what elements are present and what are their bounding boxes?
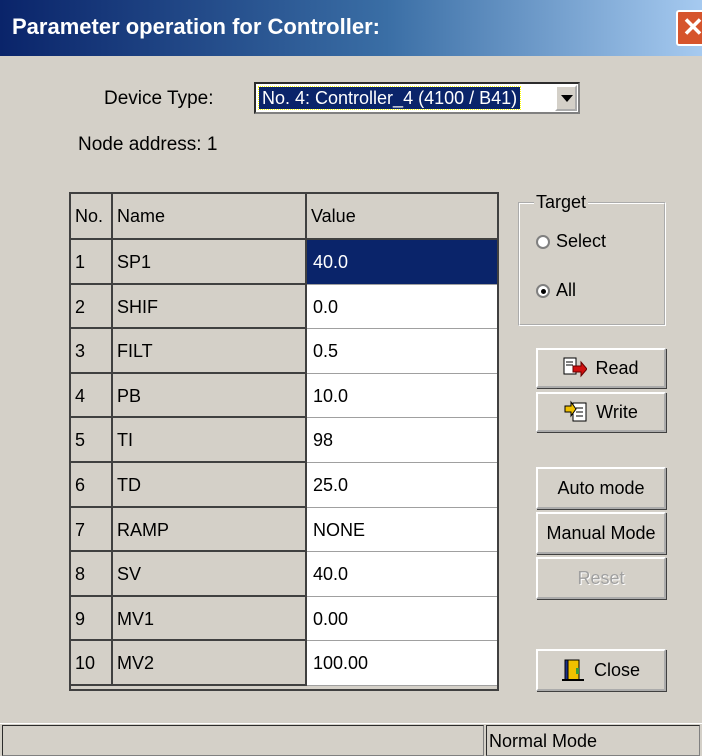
- column-header-name[interactable]: Name: [113, 194, 307, 240]
- target-group: [518, 202, 666, 326]
- close-window-button[interactable]: ✕: [676, 10, 702, 46]
- reset-button[interactable]: Reset: [536, 557, 666, 599]
- parameter-value-cell[interactable]: 25.0: [307, 463, 497, 508]
- parameter-value-cell[interactable]: 0.5: [307, 329, 497, 374]
- parameter-table: No. Name Value 1 SP1 40.0 2 SHIF 0.0 3 FILT 0.5 4…: [69, 192, 499, 691]
- parameter-name-cell[interactable]: RAMP: [113, 508, 307, 552]
- auto-mode-button-label: Auto mode: [557, 477, 645, 498]
- parameter-name-cell[interactable]: SP1: [113, 240, 307, 285]
- close-button[interactable]: Close: [536, 649, 666, 691]
- status-mode: Normal Mode: [486, 725, 700, 756]
- parameter-name-cell[interactable]: MV2: [113, 641, 307, 686]
- status-pane-empty: [2, 725, 484, 756]
- device-type-label: Device Type:: [104, 88, 214, 109]
- row-number-cell[interactable]: 1: [71, 240, 113, 285]
- write-button-label: Write: [596, 401, 638, 422]
- row-number-cell[interactable]: 2: [71, 285, 113, 329]
- parameter-value-cell[interactable]: 98: [307, 418, 497, 463]
- device-type-select[interactable]: No. 4: Controller_4 (4100 / B41): [254, 82, 580, 114]
- parameter-value-cell[interactable]: 10.0: [307, 374, 497, 418]
- target-select-radio[interactable]: [536, 235, 550, 249]
- parameter-name-cell[interactable]: TI: [113, 418, 307, 463]
- parameter-value-cell[interactable]: 40.0: [307, 240, 497, 285]
- window-title: Parameter operation for Controller:: [12, 14, 380, 39]
- door-icon: [561, 658, 586, 682]
- row-number-cell[interactable]: 5: [71, 418, 113, 463]
- parameter-value-cell[interactable]: 40.0: [307, 552, 497, 597]
- parameter-name-cell[interactable]: FILT: [113, 329, 307, 374]
- write-button[interactable]: Write: [536, 392, 666, 432]
- parameter-name-cell[interactable]: SV: [113, 552, 307, 597]
- device-type-value: No. 4: Controller_4 (4100 / B41): [257, 86, 522, 110]
- parameter-name-cell[interactable]: SHIF: [113, 285, 307, 329]
- read-button[interactable]: Read: [536, 348, 666, 388]
- row-number-cell[interactable]: 6: [71, 463, 113, 508]
- write-icon: [564, 400, 588, 424]
- title-bar[interactable]: Parameter operation for Controller:: [0, 0, 702, 56]
- manual-mode-button-label: Manual Mode: [546, 522, 656, 543]
- auto-mode-button[interactable]: Auto mode: [536, 467, 666, 509]
- dialog-window: Parameter operation for Controller: ✕ De…: [0, 0, 702, 756]
- row-number-cell[interactable]: 3: [71, 329, 113, 374]
- parameter-name-cell[interactable]: PB: [113, 374, 307, 418]
- read-button-label: Read: [595, 357, 639, 378]
- row-number-cell[interactable]: 10: [71, 641, 113, 686]
- column-header-no[interactable]: No.: [71, 194, 113, 240]
- node-address-label: Node address: 1: [78, 134, 218, 155]
- parameter-value-cell[interactable]: 0.0: [307, 285, 497, 329]
- dropdown-arrow-icon[interactable]: [555, 85, 577, 111]
- target-select-label[interactable]: Select: [556, 231, 606, 252]
- parameter-value-cell[interactable]: 100.00: [307, 641, 497, 686]
- manual-mode-button[interactable]: Manual Mode: [536, 512, 666, 554]
- parameter-value-cell[interactable]: 0.00: [307, 597, 497, 641]
- row-number-cell[interactable]: 4: [71, 374, 113, 418]
- row-number-cell[interactable]: 9: [71, 597, 113, 641]
- parameter-name-cell[interactable]: TD: [113, 463, 307, 508]
- target-all-label[interactable]: All: [556, 280, 576, 301]
- parameter-value-cell[interactable]: NONE: [307, 508, 497, 552]
- row-number-cell[interactable]: 8: [71, 552, 113, 597]
- column-header-value[interactable]: Value: [307, 194, 497, 240]
- target-group-label: Target: [534, 192, 589, 213]
- row-number-cell[interactable]: 7: [71, 508, 113, 552]
- reset-button-label: Reset: [577, 567, 625, 588]
- target-all-radio[interactable]: [536, 284, 550, 298]
- close-button-label: Close: [593, 659, 641, 680]
- read-icon: [563, 356, 589, 380]
- parameter-name-cell[interactable]: MV1: [113, 597, 307, 641]
